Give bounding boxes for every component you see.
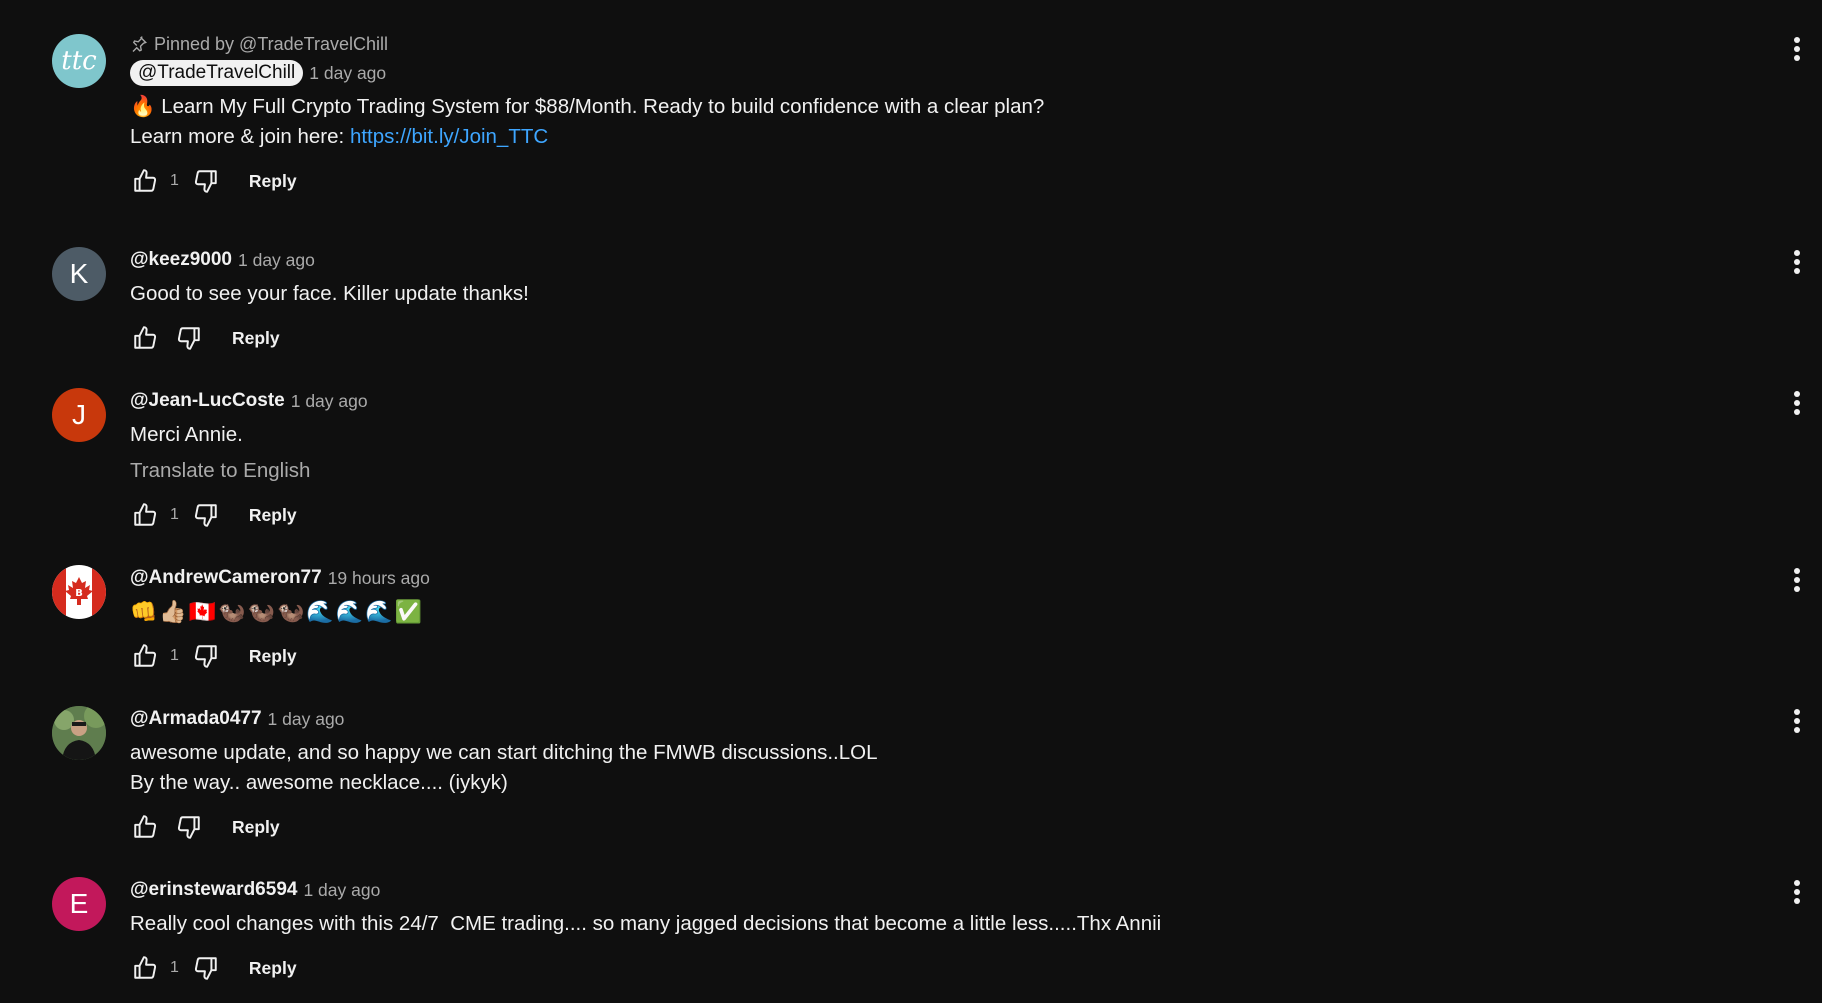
avatar[interactable]: ttc	[52, 34, 106, 88]
more-actions-button[interactable]	[1782, 877, 1812, 907]
more-actions-button[interactable]	[1782, 34, 1812, 64]
avatar-letter: J	[72, 399, 86, 430]
svg-text:B: B	[75, 588, 83, 599]
thumbs-up-icon	[134, 644, 157, 667]
dislike-button[interactable]	[191, 166, 221, 196]
more-vert-icon	[1794, 709, 1800, 733]
comment-text: 👊👍🏼🇨🇦🦦🦦🦦🌊🌊🌊✅	[130, 599, 424, 624]
reply-button[interactable]: Reply	[232, 328, 280, 349]
author-name[interactable]: @TradeTravelChill	[130, 60, 304, 86]
dislike-button[interactable]	[174, 323, 204, 353]
author-name[interactable]: @erinsteward6594	[130, 877, 297, 903]
thumbs-up-icon	[134, 815, 157, 838]
comment-timestamp[interactable]: 1 day ago	[291, 388, 368, 414]
avatar[interactable]	[52, 706, 106, 760]
avatar-letter: E	[69, 888, 89, 919]
more-vert-icon	[1794, 37, 1800, 61]
user-photo-icon	[52, 706, 106, 760]
comment-line: 🔥 Learn My Full Crypto Trading System fo…	[130, 95, 1045, 118]
like-count: 1	[170, 959, 179, 976]
translate-link[interactable]: Translate to English	[130, 456, 1702, 486]
dislike-button[interactable]	[191, 953, 221, 983]
thumbs-down-icon	[194, 957, 217, 980]
like-button[interactable]	[130, 166, 160, 196]
comment-timestamp[interactable]: 19 hours ago	[328, 565, 430, 591]
avatar-logo-text: ttc	[61, 46, 97, 76]
comment-timestamp[interactable]: 1 day ago	[238, 247, 315, 273]
author-name[interactable]: @Jean-LucCoste	[130, 388, 285, 414]
reply-button[interactable]: Reply	[249, 646, 297, 667]
comment-link[interactable]: https://bit.ly/Join_TTC	[350, 125, 548, 148]
comment-timestamp[interactable]: 1 day ago	[303, 877, 380, 903]
avatar[interactable]: B	[52, 565, 106, 619]
like-button[interactable]	[130, 953, 160, 983]
comment-text: Merci Annie.	[130, 423, 243, 446]
comment-text: 🔥 Learn My Full Crypto Trading System fo…	[130, 92, 1702, 152]
comment-text: awesome update, and so happy we can star…	[130, 741, 878, 794]
pinned-label: Pinned by @TradeTravelChill	[130, 32, 1702, 56]
author-name[interactable]: @Armada0477	[130, 706, 262, 732]
avatar-letter: K	[69, 258, 89, 289]
more-vert-icon	[1794, 250, 1800, 274]
canada-bitcoin-flag-icon: B	[52, 565, 106, 619]
like-count: 1	[170, 506, 179, 523]
dislike-button[interactable]	[191, 641, 221, 671]
more-actions-button[interactable]	[1782, 565, 1812, 595]
thumbs-up-icon	[134, 956, 157, 979]
thumbs-down-icon	[194, 504, 217, 527]
like-button[interactable]	[130, 323, 160, 353]
more-vert-icon	[1794, 568, 1800, 592]
more-vert-icon	[1794, 391, 1800, 415]
more-actions-button[interactable]	[1782, 388, 1812, 418]
like-count: 1	[170, 172, 179, 189]
thumbs-up-icon	[134, 326, 157, 349]
pinned-text: Pinned by @TradeTravelChill	[154, 34, 389, 54]
more-actions-button[interactable]	[1782, 247, 1812, 277]
like-count: 1	[170, 647, 179, 664]
pin-icon	[132, 36, 147, 52]
thumbs-down-icon	[194, 645, 217, 668]
comment-timestamp[interactable]: 1 day ago	[268, 706, 345, 732]
avatar[interactable]: E	[52, 877, 106, 931]
more-vert-icon	[1794, 880, 1800, 904]
author-name[interactable]: @keez9000	[130, 247, 232, 273]
comments-section: ttc Pinned by @TradeTravelChill @TradeTr…	[0, 0, 1822, 1003]
dislike-button[interactable]	[174, 812, 204, 842]
like-button[interactable]	[130, 812, 160, 842]
author-name[interactable]: @AndrewCameron77	[130, 565, 322, 591]
reply-button[interactable]: Reply	[249, 505, 297, 526]
comment-text: Good to see your face. Killer update tha…	[130, 282, 529, 305]
comment-timestamp[interactable]: 1 day ago	[309, 60, 386, 86]
thumbs-down-icon	[177, 816, 200, 839]
more-actions-button[interactable]	[1782, 706, 1812, 736]
like-button[interactable]	[130, 641, 160, 671]
reply-button[interactable]: Reply	[249, 171, 297, 192]
comment-text: Really cool changes with this 24/7 CME t…	[130, 912, 1162, 935]
reply-button[interactable]: Reply	[232, 817, 280, 838]
avatar[interactable]: K	[52, 247, 106, 301]
thumbs-up-icon	[134, 503, 157, 526]
thumbs-up-icon	[134, 169, 157, 192]
avatar[interactable]: J	[52, 388, 106, 442]
like-button[interactable]	[130, 500, 160, 530]
thumbs-down-icon	[194, 170, 217, 193]
reply-button[interactable]: Reply	[249, 958, 297, 979]
thumbs-down-icon	[177, 327, 200, 350]
dislike-button[interactable]	[191, 500, 221, 530]
comment-line-prefix: Learn more & join here:	[130, 125, 350, 148]
